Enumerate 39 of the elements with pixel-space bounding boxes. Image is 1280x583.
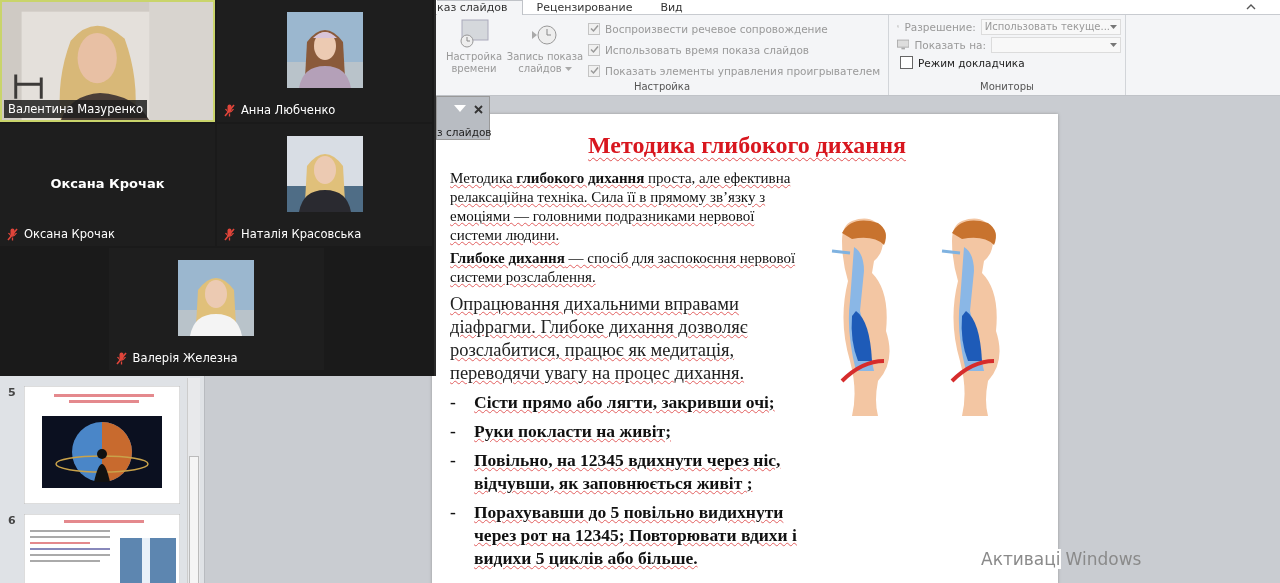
checkbox-label: Использовать время показа слайдов [605, 43, 809, 56]
checkbox-label: Режим докладчика [918, 56, 1025, 69]
bullet-marker: - [450, 420, 457, 443]
field-label: Разрешение: [904, 20, 976, 33]
activation-notice: Windows [1065, 549, 1142, 569]
participant-name: Анна Любченко [241, 103, 336, 117]
group-label: Настройка [633, 81, 691, 94]
group-label: Мониторы [980, 81, 1034, 94]
video-tile[interactable]: Наталія Красовська [217, 124, 432, 246]
bullet-marker: - [450, 449, 457, 472]
activation-notice: Активаці [981, 549, 1061, 569]
participant-name: Валентина Мазуренко [8, 102, 144, 116]
bullet-text: Сісти прямо або лягти, закривши очі; [474, 391, 775, 414]
paragraph: Глибоке дихання — спосіб для заспокоєння нервової системи розслаблення. [450, 249, 797, 287]
bullet-text: Руки покласти на живіт; [474, 420, 671, 443]
bullet-marker: - [450, 501, 457, 524]
field-label: Показать на: [914, 38, 986, 51]
participant-name: Валерія Железна [132, 351, 238, 365]
checkbox-label: Воспроизвести речевое сопровождение [605, 22, 828, 35]
paragraph: Методика глибокого дихання проста, але ефективна релаксаційна техніка. Сила її в прямому зв’язку з емоціями — головними подразниками нервової системи людини. [450, 169, 792, 245]
ribbon-tab[interactable]: Вид [646, 0, 697, 15]
video-tile[interactable]: Анна Любченко [217, 0, 432, 122]
ribbon-tab[interactable]: каз слайдов [437, 0, 523, 15]
pane-title: з слайдов [437, 126, 489, 138]
slide-number: 6 [8, 514, 16, 529]
bullet-text: Повільно, на 12345 вдихнути через ніс, відчувши, як заповнюється живіт ; [474, 449, 782, 495]
participant-name: Оксана Крочак [24, 227, 115, 241]
video-tile[interactable]: Валентина Мазуренко [0, 0, 215, 122]
video-tile[interactable]: Валерія Железна [108, 248, 324, 370]
video-tile[interactable]: Оксана Крочак Оксана Крочак [0, 124, 215, 246]
slide-title: Методика глибокого дихання [588, 132, 906, 159]
paragraph: Опрацювання дихальними вправами діафрагми. Глибоке дихання дозволяє розслабитися, працює як медитація, переводячи увагу на процес дихання. [450, 293, 749, 385]
ribbon-tab[interactable]: Рецензирование [522, 0, 647, 15]
checkbox-label: Показать элементы управления проигрывателем [605, 64, 881, 77]
participant-name: Оксана Крочак [50, 175, 165, 191]
bullet-marker: - [450, 391, 457, 414]
bullet-text: Порахувавши до 5 повільно видихнути через рот на 12345; Повторювати вдихи і видихи 5 циклів або більше. [474, 501, 798, 570]
slide-number: 5 [8, 386, 16, 401]
participant-name: Наталія Красовська [241, 227, 362, 241]
